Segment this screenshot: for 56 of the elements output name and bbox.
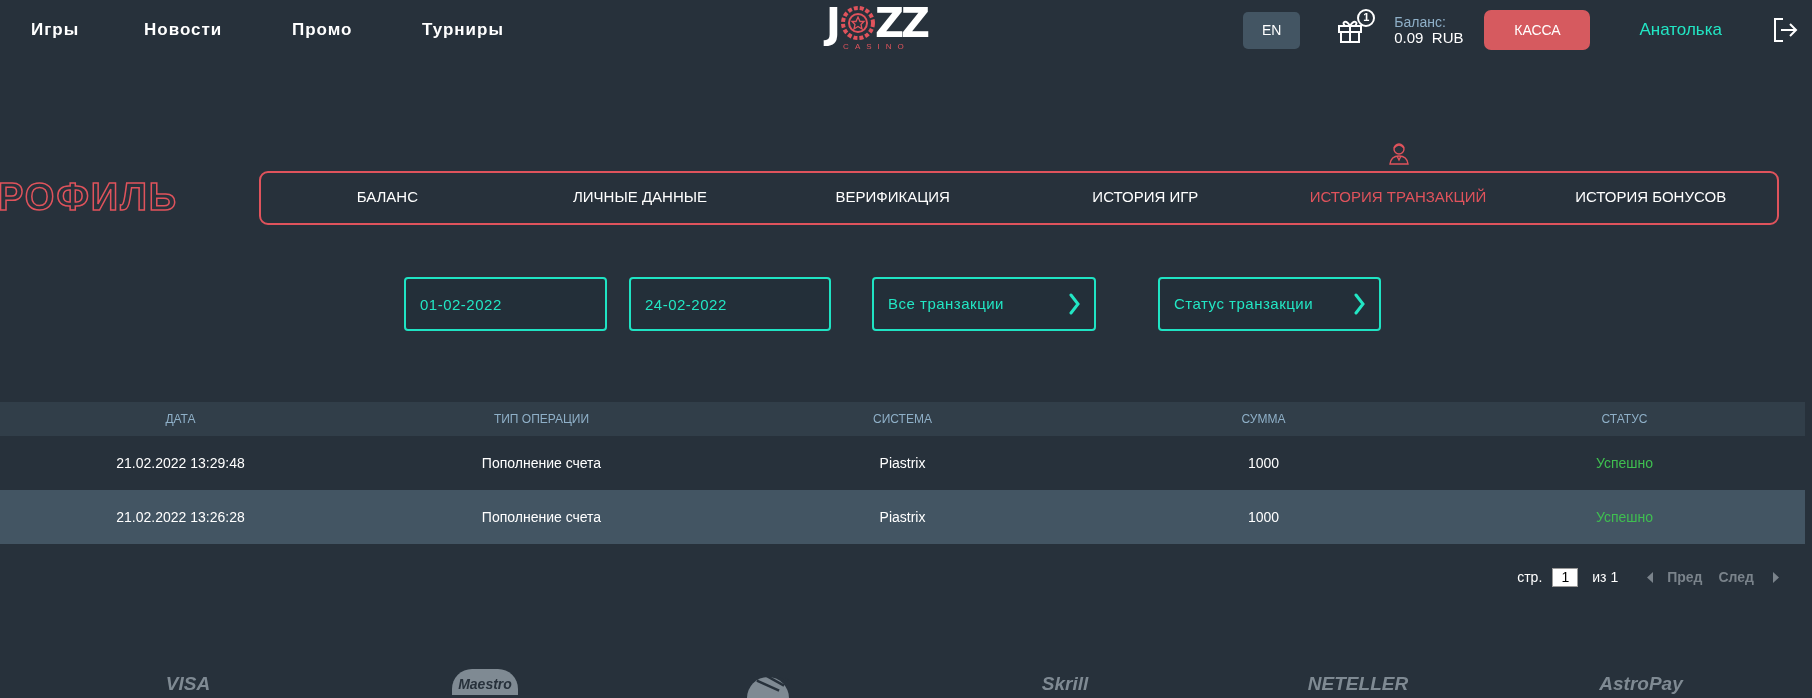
profile-tab[interactable]: ВЕРИФИКАЦИЯ [829, 185, 956, 210]
payment-logo: Skrill [1041, 673, 1089, 695]
logo-text: ZZ [874, 4, 927, 42]
page-count: из 1 [1592, 568, 1619, 587]
filter-dropdown[interactable]: Все транзакции [872, 277, 1096, 331]
filter-dropdown[interactable]: Статус транзакции [1158, 277, 1381, 331]
roulette-icon [840, 6, 875, 40]
username-link[interactable]: Анатолька [1639, 17, 1722, 43]
table-cell: 21.02.2022 13:26:28 [116, 508, 245, 525]
balance-value: 0.09 RUB [1394, 30, 1464, 46]
status-text: Успешно [1595, 454, 1654, 471]
chevron-icon [1069, 293, 1080, 315]
nav-link[interactable]: Игры [31, 17, 144, 43]
table-row[interactable]: 21.02.2022 13:29:48 Пополнение счета Piastrix 1000 Успешно [0, 436, 1805, 490]
page-input[interactable]: 1 [1552, 568, 1579, 587]
payment-logo: AstroPay [1599, 673, 1683, 695]
notification-badge: 1 [1357, 8, 1376, 27]
profile-tab[interactable]: ИСТОРИЯ ИГР [1086, 185, 1205, 210]
table-cell: 1000 [1247, 508, 1280, 525]
next-arrow-icon[interactable] [1773, 572, 1779, 583]
profile-tab[interactable]: ЛИЧНЫЕ ДАННЫЕ [567, 185, 713, 210]
logout-icon[interactable] [1772, 17, 1798, 43]
table-row[interactable]: 21.02.2022 13:26:28 Пополнение счета Piastrix 1000 Успешно [0, 490, 1805, 544]
column-header: СИСТЕМА [873, 412, 932, 426]
chevron-icon [1354, 293, 1365, 315]
column-header: СТАТУС [1601, 412, 1648, 426]
payment-logo: VISA [165, 673, 211, 695]
profile-tab[interactable]: БАЛАНС [350, 185, 424, 210]
nav-link[interactable]: Новости [144, 17, 292, 43]
dealer-icon [1387, 141, 1411, 166]
table-cell: Piastrix [879, 454, 926, 471]
payment-logo: NETELLER [1307, 673, 1409, 695]
balance-label: Баланс: [1394, 14, 1447, 30]
column-header: ДАТА [165, 412, 196, 426]
nav-link[interactable]: Промо [292, 17, 422, 43]
table-cell: Piastrix [879, 508, 926, 525]
column-header: СУММА [1241, 412, 1286, 426]
status-text: Успешно [1595, 508, 1654, 525]
date-field[interactable]: 01-02-2022 [404, 277, 607, 331]
language-button[interactable]: EN [1243, 11, 1301, 49]
column-header: ТИП ОПЕРАЦИИ [493, 412, 590, 426]
profile-tab[interactable]: ИСТОРИЯ ТРАНЗАКЦИЙ [1303, 185, 1493, 210]
table-cell: 21.02.2022 13:29:48 [116, 454, 245, 471]
table-cell: Пополнение счета [481, 454, 602, 471]
logo-subtitle: CASINO [843, 42, 910, 52]
nav-link[interactable]: Турниры [422, 17, 522, 43]
profile-tab[interactable]: ИСТОРИЯ БОНУСОВ [1569, 185, 1733, 210]
previous-arrow-icon[interactable] [1647, 572, 1654, 583]
cashier-button[interactable]: КАССА [1484, 10, 1591, 50]
page-label: стр. [1517, 568, 1543, 587]
payment-logo: Maestro [452, 669, 518, 695]
date-field[interactable]: 24-02-2022 [629, 277, 831, 331]
table-cell: Пополнение счета [481, 508, 602, 525]
page-title: РОФИЛЬ [0, 175, 180, 220]
table-cell: 1000 [1247, 454, 1280, 471]
globe-icon [747, 677, 789, 698]
